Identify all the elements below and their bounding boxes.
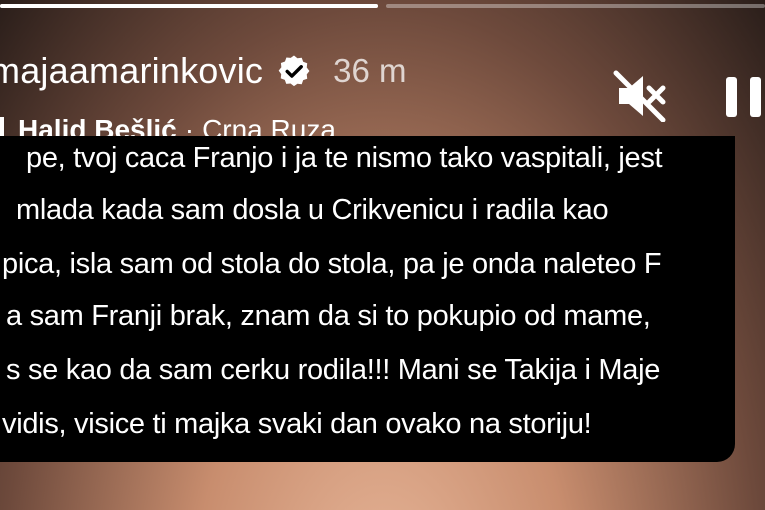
story-text-line-2: mlada kada sam dosla u Crikvenicu i radi… [16,194,609,226]
story-text-line-6: vidis, visice ti majka svaki dan ovako n… [2,408,592,440]
story-progress-bar-1 [0,4,378,8]
story-text-line-5: s se kao da sam cerku rodila!!! Mani se … [6,354,661,386]
story-text-line-1: pe, tvoj caca Franjo i ja te nismo tako … [26,142,663,174]
verified-badge-icon [278,55,310,87]
pause-icon[interactable] [724,73,764,121]
story-progress-fill-1 [0,4,378,8]
story-text-line-4: a sam Franji brak, znam da si to pokupio… [6,300,651,332]
username[interactable]: majaamarinkovic [0,50,263,92]
story-text-box: pe, tvoj caca Franjo i ja te nismo tako … [0,136,735,462]
post-time: 36 m [333,52,407,89]
story-text-line-3: pica, isla sam od stola do stola, pa je … [2,248,662,280]
story-header: majaamarinkovic 36 m [0,50,406,92]
story-progress-bar-2 [386,4,765,8]
speaker-muted-icon[interactable] [613,70,669,122]
